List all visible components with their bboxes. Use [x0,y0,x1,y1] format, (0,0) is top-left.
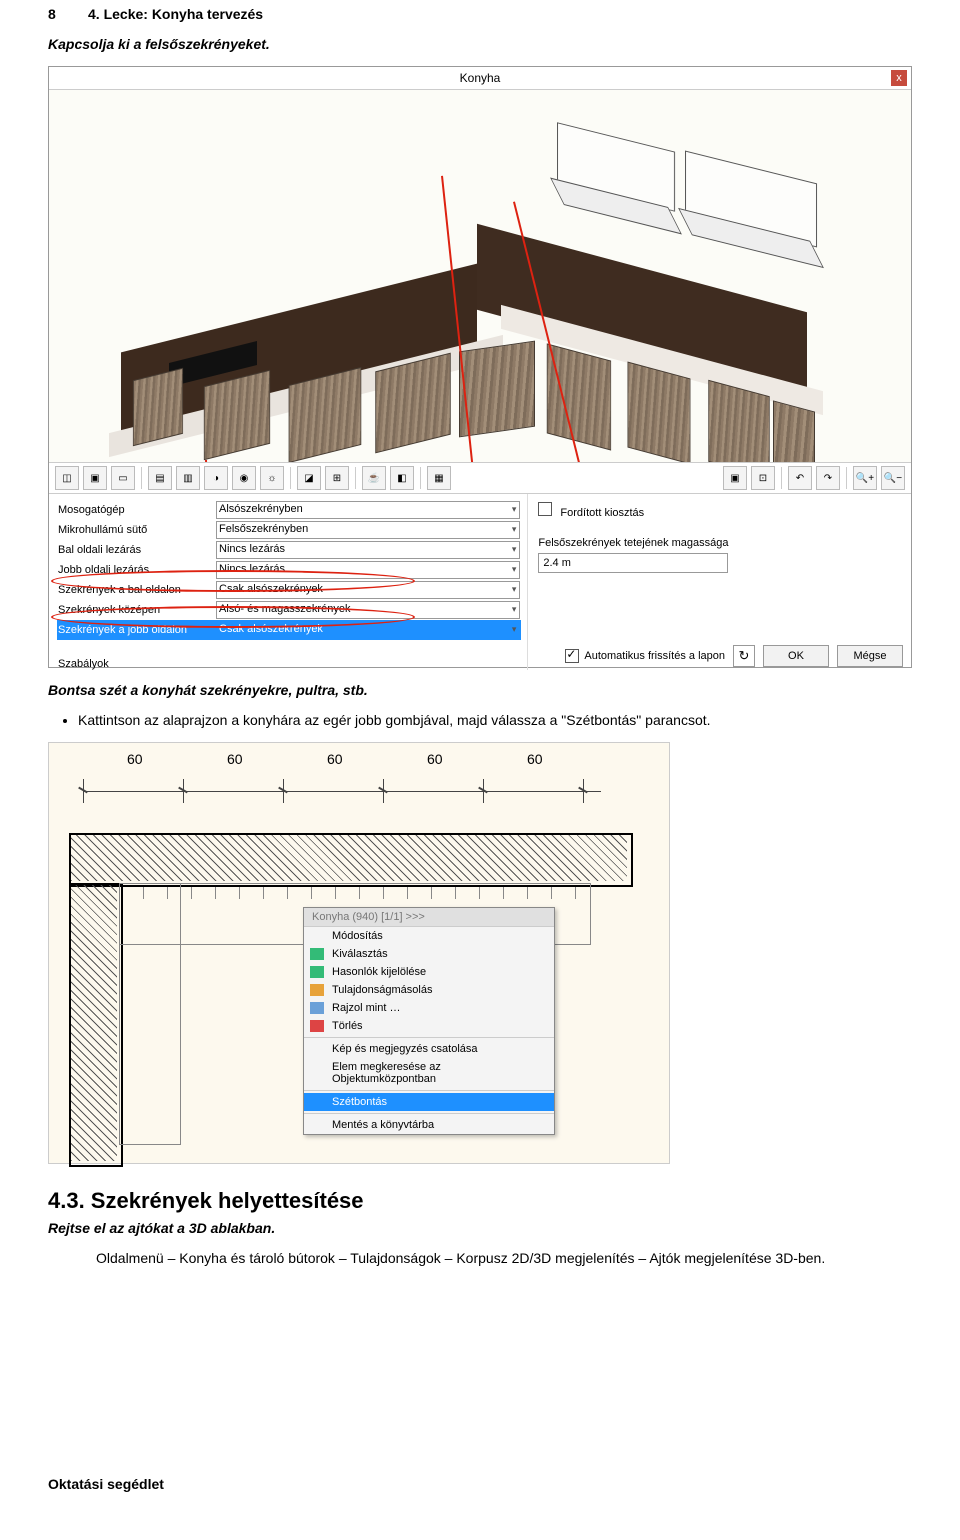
instruction-4: Oldalmenü – Konyha és tároló bútorok – T… [96,1250,912,1266]
tool-12[interactable]: ◧ [390,466,414,490]
forditott-kiosztas-checkbox[interactable] [538,502,552,516]
tool-1[interactable]: ◫ [55,466,79,490]
dialog-title: Konyha [460,71,501,85]
tool-13[interactable]: ▦ [427,466,451,490]
prop-row-mosogatogep: Mosogatógép Alsószekrényben [57,500,521,520]
combo-bal-oldal[interactable]: Csak alsószekrények [216,581,520,599]
combo-kozepen[interactable]: Alsó- és magasszekrények [216,601,520,619]
menu-szetbontas[interactable]: Szétbontás [304,1093,554,1111]
prop-row-mikrohullamu: Mikrohullámú sütő Felsőszekrényben [57,520,521,540]
combo-bal-lezaras[interactable]: Nincs lezárás [216,541,520,559]
prop-row-bal-lezaras: Bal oldali lezárás Nincs lezárás [57,540,521,560]
tool-9[interactable]: ◪ [297,466,321,490]
instruction-1: Kapcsolja ki a felsőszekrényeket. [48,36,912,52]
zoom-out-button[interactable]: 🔍− [881,466,905,490]
context-menu: Konyha (940) [1/1] >>> Módosítás Kiválas… [303,907,555,1135]
cancel-button[interactable]: Mégse [837,645,903,667]
menu-rajzol-mint[interactable]: Rajzol mint … [304,999,554,1017]
ok-button[interactable]: OK [763,645,829,667]
tool-11[interactable]: ☕ [362,466,386,490]
tool-2[interactable]: ▣ [83,466,107,490]
prop-row-jobb-lezaras: Jobb oldali lezárás Nincs lezárás [57,560,521,580]
prop-row-jobb-oldal: Szekrények a jobb oldalon Csak alsószekr… [57,620,521,640]
instruction-2: Bontsa szét a konyhát szekrényekre, pult… [48,682,912,698]
tool-3[interactable]: ▭ [111,466,135,490]
menu-mentes-konyvtarba[interactable]: Mentés a könyvtárba [304,1116,554,1134]
page-number: 8 [48,6,88,22]
tool-4[interactable]: ▤ [148,466,172,490]
tool-8[interactable]: ☼ [260,466,284,490]
dialog-titlebar: Konyha x [49,67,911,90]
close-button[interactable]: x [891,70,907,86]
instruction-3: Rejtse el az ajtókat a 3D ablakban. [48,1220,912,1236]
kitchen-dialog-screenshot: Konyha x [48,66,912,668]
redo-button[interactable]: ↷ [816,466,840,490]
dim-5: 60 [527,751,543,767]
properties-panel: Mosogatógép Alsószekrényben Mikrohullámú… [49,494,911,670]
menu-tulajdonsagmasolas[interactable]: Tulajdonságmásolás [304,981,554,999]
refresh-button[interactable]: ↻ [733,645,755,667]
combo-mosogatogep[interactable]: Alsószekrényben [216,501,520,519]
forditott-kiosztas-label: Fordított kiosztás [560,507,644,519]
section-heading: 4.3. Szekrények helyettesítése [48,1188,912,1214]
menu-hasonlok[interactable]: Hasonlók kijelölése [304,963,554,981]
tool-10[interactable]: ⊞ [325,466,349,490]
menu-modositas[interactable]: Módosítás [304,927,554,945]
menu-elem-megkeresese[interactable]: Elem megkeresése az Objektumközpontban [304,1058,554,1088]
toolr-2[interactable]: ⊡ [751,466,775,490]
page-footer: Oktatási segédlet [48,1476,912,1492]
floorplan-screenshot: 60 60 60 60 60 Konyha (940) [1/1] >>> Mó… [48,742,670,1164]
lesson-title: 4. Lecke: Konyha tervezés [88,6,263,22]
zoom-in-button[interactable]: 🔍+ [853,466,877,490]
tool-7[interactable]: ◉ [232,466,256,490]
kitchen-3d-viewport[interactable] [49,90,911,462]
bullet-1: Kattintson az alaprajzon a konyhára az e… [78,712,912,728]
undo-button[interactable]: ↶ [788,466,812,490]
dim-1: 60 [127,751,143,767]
combo-mikrohullamu[interactable]: Felsőszekrényben [216,521,520,539]
prop-row-bal-oldal: Szekrények a bal oldalon Csak alsószekré… [57,580,521,600]
auto-refresh-checkbox[interactable] [565,649,579,663]
toolr-1[interactable]: ▣ [723,466,747,490]
context-menu-header: Konyha (940) [1/1] >>> [304,908,554,927]
tool-6[interactable]: ◑ [204,466,228,490]
height-field[interactable] [538,553,728,573]
menu-torles[interactable]: Törlés [304,1017,554,1035]
dim-2: 60 [227,751,243,767]
menu-kep-csatolasa[interactable]: Kép és megjegyzés csatolása [304,1040,554,1058]
height-label: Felsőszekrények tetejének magassága [538,537,901,549]
combo-jobb-lezaras[interactable]: Nincs lezárás [216,561,520,579]
dim-3: 60 [327,751,343,767]
dim-4: 60 [427,751,443,767]
tool-5[interactable]: ▥ [176,466,200,490]
menu-kivalasztas[interactable]: Kiválasztás [304,945,554,963]
combo-jobb-oldal[interactable]: Csak alsószekrények [216,621,520,639]
auto-refresh-label: Automatikus frissítés a lapon [584,650,725,662]
prop-row-kozepen: Szekrények középen Alsó- és magasszekrén… [57,600,521,620]
dialog-toolbar: ◫ ▣ ▭ ▤ ▥ ◑ ◉ ☼ ◪ ⊞ ☕ ◧ ▦ ▣ ⊡ ↶ ↷ 🔍+ 🔍− [49,462,911,494]
